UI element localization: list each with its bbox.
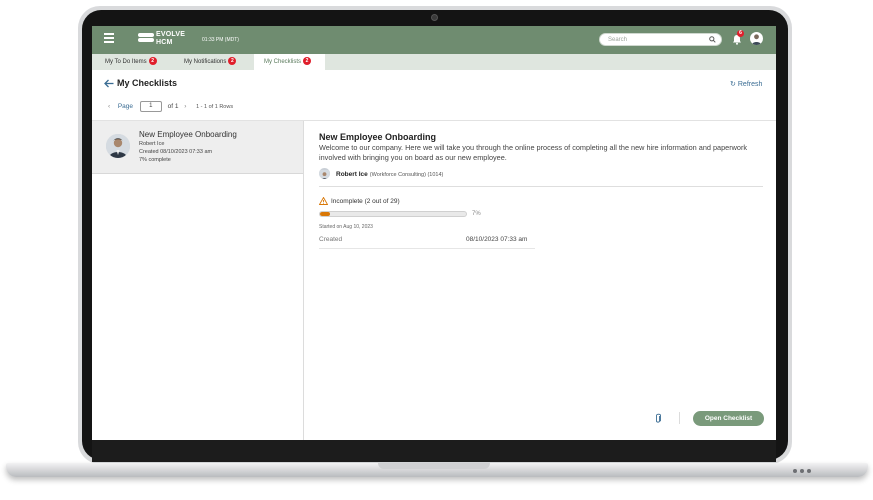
warning-icon — [319, 197, 328, 205]
divider — [319, 186, 763, 187]
list-item-progress: 7% complete — [139, 157, 171, 163]
logo-line-1: EVOLVE — [156, 31, 186, 38]
refresh-icon: ↻ — [730, 81, 736, 88]
divider — [679, 412, 680, 424]
list-item-created: Created 08/10/2023 07:33 am — [139, 149, 213, 155]
indicator-light — [807, 469, 811, 473]
tab-label: My To Do Items — [105, 59, 147, 65]
divider — [319, 248, 535, 249]
top-bar: EVOLVE HCM 01:33 PM (MDT) Search 6 — [92, 26, 776, 54]
progress-fill — [320, 212, 331, 216]
tab-label: My Checklists — [264, 59, 302, 65]
page-number-input[interactable]: 1 — [139, 101, 162, 112]
logo: EVOLVE HCM — [156, 31, 185, 47]
person-photo-icon — [319, 170, 330, 179]
search-icon[interactable] — [709, 36, 716, 43]
tab-my-notifications[interactable]: My Notifications 2 — [171, 54, 254, 70]
owner-department: (Workforce Consulting) (1014) — [369, 172, 444, 178]
camera-icon — [431, 14, 438, 21]
chevron-left-icon[interactable]: ‹ — [108, 103, 116, 110]
laptop-notch — [378, 463, 490, 469]
created-label: Created — [319, 236, 343, 243]
notification-badge: 6 — [737, 30, 744, 37]
user-avatar-icon — [752, 34, 761, 45]
person-photo-icon — [106, 134, 130, 158]
paperclip-icon[interactable] — [654, 413, 662, 424]
search-placeholder: Search — [608, 37, 628, 43]
tab-badge: 2 — [228, 57, 237, 66]
avatar — [319, 168, 330, 179]
page-label: Page — [117, 103, 133, 111]
refresh-label: Refresh — [737, 81, 763, 88]
laptop-chin — [92, 440, 776, 462]
search-input[interactable]: Search — [599, 33, 722, 46]
rows-count: 1 - 1 of 1 Rows — [196, 104, 234, 111]
tab-badge: 2 — [148, 57, 157, 66]
pagination: ‹ Page 1 of 1 › 1 - 1 of 1 Rows — [108, 101, 233, 113]
logo-icon — [138, 33, 154, 47]
tab-bar: My To Do Items 2 My Notifications 2 My Che… — [92, 54, 776, 70]
tab-badge: 2 — [303, 57, 312, 66]
detail-title: New Employee Onboarding — [319, 132, 437, 142]
avatar — [106, 134, 130, 158]
detail-description: Welcome to our company. Here we will tak… — [319, 143, 748, 162]
refresh-button[interactable]: ↻ Refresh — [730, 80, 762, 88]
created-value: 08/10/2023 07:33 am — [466, 236, 528, 243]
chevron-right-icon[interactable]: › — [184, 103, 192, 110]
open-checklist-button[interactable]: Open Checklist — [693, 411, 764, 426]
indicator-light — [793, 469, 797, 473]
avatar[interactable] — [750, 32, 763, 45]
back-arrow-icon[interactable] — [104, 79, 114, 88]
tab-my-to-do-items[interactable]: My To Do Items 2 — [92, 54, 171, 70]
tab-my-checklists[interactable]: My Checklists 2 — [254, 54, 325, 70]
owner: Robert Ice (Workforce Consulting) (1014) — [336, 171, 443, 178]
laptop-mockup: EVOLVE HCM 01:33 PM (MDT) Search 6 My To… — [0, 0, 873, 500]
checklist-list: New Employee Onboarding Robert Ice Creat… — [92, 121, 304, 440]
page-title: My Checklists — [117, 78, 178, 88]
progress-bar — [319, 211, 467, 217]
checklist-detail: New Employee Onboarding Welcome to our c… — [305, 121, 776, 440]
status-text: Incomplete (2 out of 29) — [331, 198, 400, 205]
owner-name: Robert Ice — [336, 171, 368, 178]
app-screen: EVOLVE HCM 01:33 PM (MDT) Search 6 My To… — [92, 26, 776, 440]
list-item[interactable]: New Employee Onboarding Robert Ice Creat… — [92, 121, 303, 174]
logo-line-2: HCM — [156, 39, 173, 46]
menu-icon[interactable] — [104, 33, 114, 45]
progress-percent: 7% — [472, 211, 481, 217]
page-of-label: of 1 — [167, 103, 179, 111]
started-date: Started on Aug 10, 2023 — [319, 224, 373, 230]
tab-label: My Notifications — [184, 59, 227, 65]
indicator-light — [800, 469, 804, 473]
clock: 01:33 PM (MDT) — [202, 37, 239, 43]
page-header: My Checklists ↻ Refresh ‹ Page 1 of 1 › 1… — [92, 70, 776, 120]
list-item-person: Robert Ice — [139, 141, 165, 147]
list-item-title: New Employee Onboarding — [139, 130, 237, 139]
